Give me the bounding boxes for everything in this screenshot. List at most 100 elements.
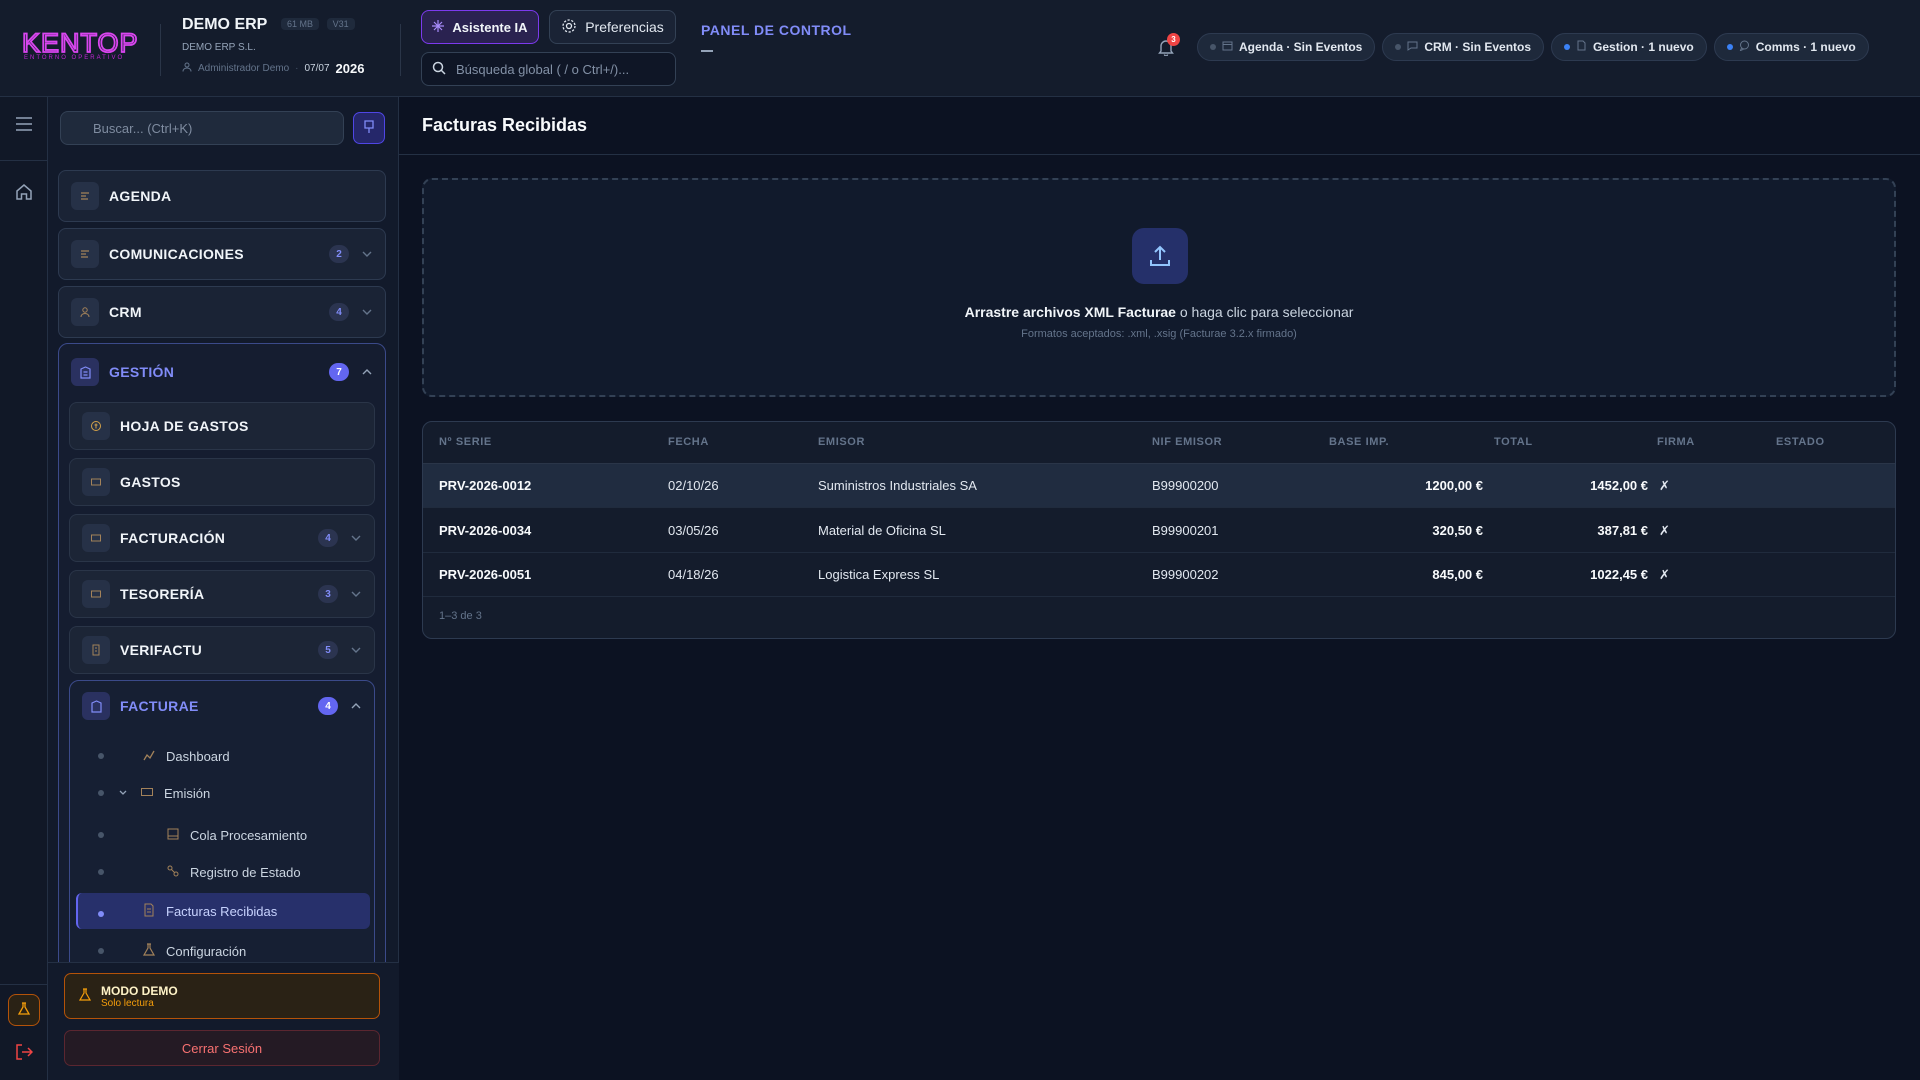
dropzone-instructions: Arrastre archivos XML Facturae o haga cl… [424, 304, 1894, 320]
logout-button[interactable]: Cerrar Sesión [64, 1030, 380, 1066]
sidebar-item-gastos[interactable]: GASTOS [69, 458, 375, 506]
status-pill-label: CRM · Sin Eventos [1424, 40, 1532, 54]
queue-icon [166, 827, 180, 844]
table-header-row: Nº SERIE FECHA EMISOR NIF EMISOR BASE IM… [423, 422, 1895, 464]
calendar-icon [1222, 40, 1233, 54]
status-dot [1210, 44, 1216, 50]
cell-firma: ✗ [1659, 567, 1670, 582]
status-pill-agenda[interactable]: Agenda · Sin Eventos [1197, 33, 1376, 61]
column-header-total[interactable]: TOTAL [1494, 436, 1533, 448]
column-header-nif[interactable]: NIF EMISOR [1152, 436, 1222, 448]
sidebar-item-hoja-de-gastos[interactable]: HOJA DE GASTOS [69, 402, 375, 450]
sidebar-item-tesoreria[interactable]: TESORERÍA 3 [69, 570, 375, 618]
home-button[interactable] [10, 179, 38, 207]
sidebar-item-label: FACTURACIÓN [120, 530, 226, 546]
cell-fecha: 02/10/26 [668, 478, 719, 493]
chevron-down-icon [350, 588, 362, 600]
section-title-underline [701, 50, 713, 52]
tree-item-cola-procesamiento[interactable]: Cola Procesamiento [166, 820, 307, 850]
sidebar-subgroup-header-facturae[interactable]: FACTURAE 4 [70, 681, 374, 731]
status-pill-label: Comms · 1 nuevo [1755, 40, 1856, 54]
global-search-input[interactable] [456, 61, 666, 77]
sidebar: AGENDA COMUNICACIONES 2 CRM 4 GESTIÓN 7 … [48, 97, 399, 1080]
tree-item-emision[interactable]: Emisión [118, 778, 210, 808]
tree-item-label: Dashboard [166, 748, 230, 764]
status-dot [1564, 44, 1571, 50]
sidebar-search-input[interactable] [93, 120, 333, 136]
demo-mode-button[interactable] [8, 994, 40, 1026]
building-icon [71, 358, 99, 386]
tree-item-registro-de-estado[interactable]: Registro de Estado [166, 857, 301, 887]
page-section-title[interactable]: PANEL DE CONTROL [701, 22, 852, 38]
header-divider [160, 24, 161, 76]
table-row[interactable]: PRV-2026-0034 03/05/26 Material de Ofici… [423, 509, 1895, 553]
preferences-button[interactable]: Preferencias [549, 10, 676, 44]
status-pill-gestion[interactable]: Gestion · 1 nuevo [1551, 33, 1707, 61]
settings-icon [142, 942, 156, 960]
table-row[interactable]: PRV-2026-0012 02/10/26 Suministros Indus… [423, 464, 1895, 508]
company-info: DEMO ERP 61 MB V31 DEMO ERP S.L. Adminis… [182, 16, 364, 76]
table-row[interactable]: PRV-2026-0051 04/18/26 Logistica Express… [423, 553, 1895, 597]
column-header-estado[interactable]: ESTADO [1776, 436, 1825, 448]
ai-assistant-label: Asistente IA [452, 19, 528, 35]
tree-item-label: Cola Procesamiento [190, 827, 308, 843]
gear-icon [561, 18, 577, 37]
page-header: Facturas Recibidas [399, 97, 1920, 155]
sidebar-item-facturacion[interactable]: FACTURACIÓN 4 [69, 514, 375, 562]
column-header-firma[interactable]: FIRMA [1657, 436, 1695, 448]
flask-icon [78, 988, 92, 1004]
rail-divider [0, 984, 48, 985]
memory-badge: 61 MB [280, 18, 319, 30]
treasury-icon [82, 580, 110, 608]
column-header-serie[interactable]: Nº SERIE [439, 436, 492, 448]
tree-item-facturas-recibidas-content[interactable]: Facturas Recibidas [142, 896, 277, 926]
cell-total: 387,81 € [1597, 523, 1648, 538]
verifactu-icon [82, 636, 110, 664]
column-header-fecha[interactable]: FECHA [668, 436, 709, 448]
cell-emisor: Logistica Express SL [818, 567, 940, 582]
message-icon [1739, 40, 1750, 54]
pin-sidebar-button[interactable] [353, 112, 385, 144]
current-year[interactable]: 2026 [336, 61, 365, 76]
sidebar-item-comunicaciones[interactable]: COMUNICACIONES 2 [58, 228, 386, 280]
notification-count-badge: 3 [1167, 33, 1180, 46]
count-badge: 5 [318, 641, 338, 659]
cell-nif: B99900201 [1152, 523, 1219, 538]
sidebar-item-verifactu[interactable]: VERIFACTU 5 [69, 626, 375, 674]
sidebar-search-box[interactable] [60, 111, 344, 145]
sidebar-item-crm[interactable]: CRM 4 [58, 286, 386, 338]
global-search-box[interactable] [421, 52, 676, 86]
dashboard-icon [142, 748, 156, 765]
sidebar-item-agenda[interactable]: AGENDA [58, 170, 386, 222]
rail-divider [0, 160, 48, 161]
demo-mode-banner[interactable]: MODO DEMO Solo lectura [64, 973, 380, 1019]
invoices-table: Nº SERIE FECHA EMISOR NIF EMISOR BASE IM… [422, 421, 1896, 639]
dropzone-formats: Formatos aceptados: .xml, .xsig (Factura… [1021, 328, 1297, 340]
sidebar-item-label: TESORERÍA [120, 586, 205, 602]
status-pill-comms[interactable]: Comms · 1 nuevo [1713, 33, 1869, 61]
count-badge: 4 [329, 303, 349, 321]
status-log-icon [166, 864, 180, 881]
sidebar-group-label: GESTIÓN [109, 364, 175, 380]
tree-item-dashboard[interactable]: Dashboard [142, 741, 230, 771]
tree-item-label: Configuración [166, 943, 247, 959]
count-badge: 3 [318, 585, 338, 603]
icon-rail [0, 97, 48, 1080]
sidebar-item-label: VERIFACTU [120, 642, 203, 658]
user-icon [182, 62, 192, 75]
cell-emisor: Material de Oficina SL [818, 523, 946, 538]
menu-toggle-button[interactable] [10, 111, 38, 139]
column-header-emisor[interactable]: EMISOR [818, 436, 865, 448]
logout-icon-button[interactable] [10, 1039, 38, 1067]
column-header-base[interactable]: BASE IMP. [1329, 436, 1389, 448]
emission-icon [140, 785, 154, 802]
sidebar-group-header-gestion[interactable]: GESTIÓN 7 [59, 344, 385, 400]
expenses-icon [82, 468, 110, 496]
chevron-down-icon [350, 644, 362, 656]
ai-assistant-button[interactable]: Asistente IA [421, 10, 539, 44]
status-pill-crm[interactable]: CRM · Sin Eventos [1382, 33, 1545, 61]
file-dropzone[interactable]: Arrastre archivos XML Facturae o haga cl… [422, 178, 1896, 397]
table-pagination-info: 1–3 de 3 [439, 610, 482, 622]
user-name: Administrador Demo [198, 63, 290, 74]
sparkle-icon [432, 19, 445, 35]
